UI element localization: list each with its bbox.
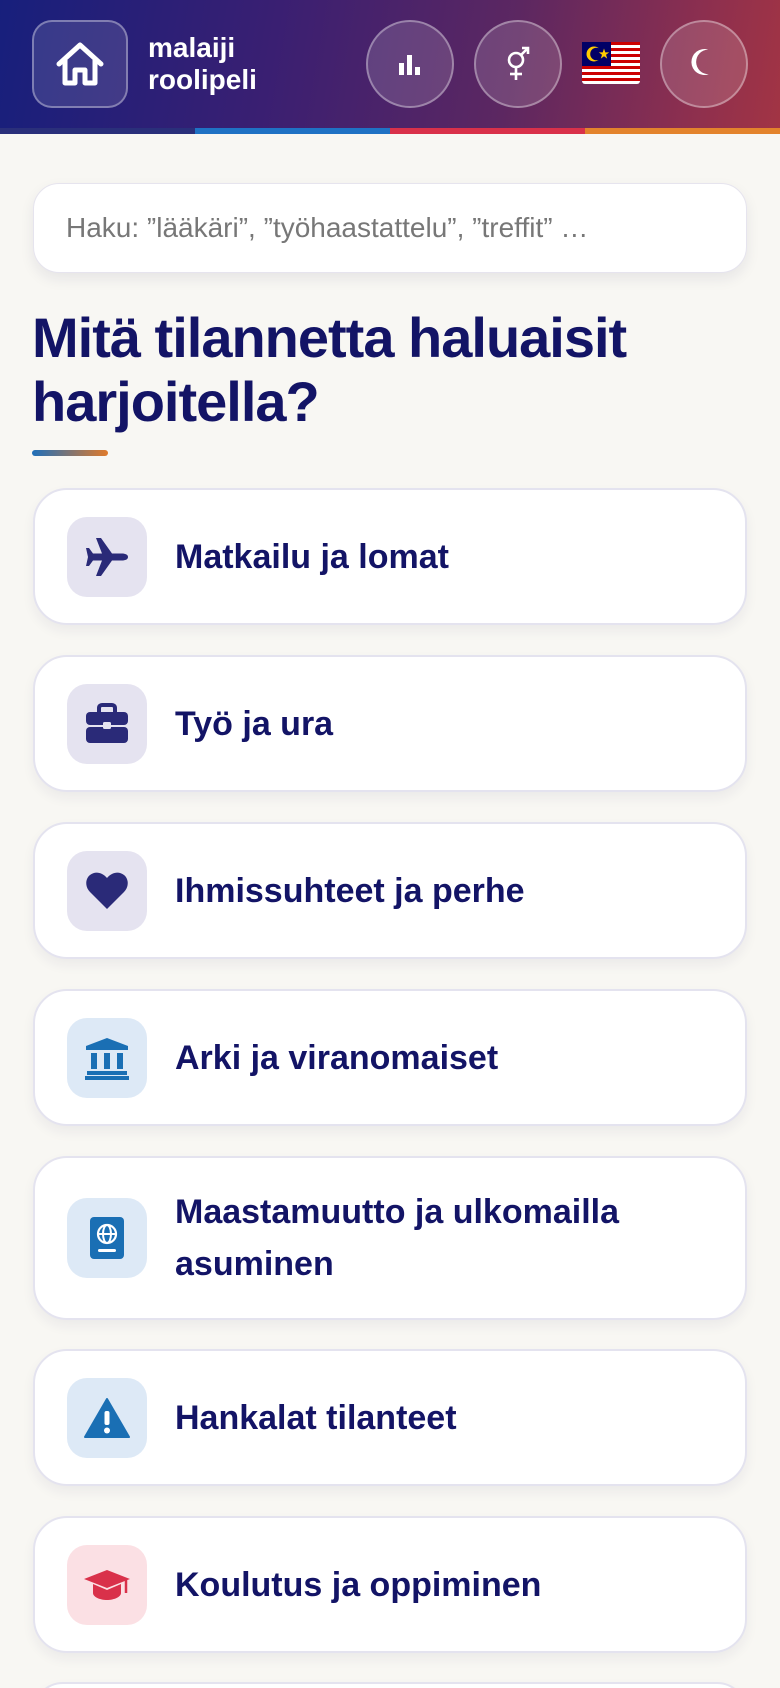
category-card-difficult-situations[interactable]: Hankalat tilanteet bbox=[33, 1349, 747, 1486]
category-icon-box bbox=[67, 1017, 147, 1098]
stripe-segment bbox=[390, 128, 585, 134]
category-card-education[interactable]: Koulutus ja oppiminen bbox=[33, 1516, 747, 1653]
search-input[interactable] bbox=[66, 212, 716, 244]
category-card-work[interactable]: Työ ja ura bbox=[33, 655, 747, 792]
gender-icon bbox=[507, 46, 530, 80]
stripe-segment bbox=[195, 128, 390, 134]
moon-icon bbox=[691, 49, 709, 75]
stripe-segment bbox=[585, 128, 780, 134]
theme-toggle-button[interactable] bbox=[660, 20, 748, 108]
category-card-relationships[interactable]: Ihmissuhteet ja perhe bbox=[33, 822, 747, 959]
category-label: Maastamuutto ja ulkomailla asuminen bbox=[175, 1193, 619, 1283]
language-flag-button[interactable] bbox=[582, 42, 640, 84]
passport-icon bbox=[90, 1217, 124, 1259]
category-card-emigration[interactable]: Maastamuutto ja ulkomailla asuminen bbox=[33, 1156, 747, 1320]
category-label: Ihmissuhteet ja perhe bbox=[175, 871, 525, 910]
category-card-next[interactable] bbox=[33, 1682, 747, 1688]
warning-icon bbox=[84, 1397, 130, 1438]
institution-icon bbox=[85, 1037, 129, 1080]
category-icon-box bbox=[67, 1544, 147, 1625]
category-label: Matkailu ja lomat bbox=[175, 537, 449, 576]
category-card-everyday-authorities[interactable]: Arki ja viranomaiset bbox=[33, 989, 747, 1126]
gender-button[interactable] bbox=[474, 20, 562, 108]
title-underline bbox=[32, 450, 108, 456]
heart-icon bbox=[86, 872, 128, 909]
brand-line-2: roolipeli bbox=[148, 64, 257, 95]
graduation-cap-icon bbox=[84, 1569, 130, 1600]
page-title: Mitä tilannetta haluaisit harjoitella? bbox=[32, 306, 627, 433]
app-brand: malaiji roolipeli bbox=[148, 32, 257, 96]
category-icon-box bbox=[67, 516, 147, 597]
category-icon-box bbox=[67, 683, 147, 764]
category-icon-box bbox=[67, 1377, 147, 1458]
stripe-segment bbox=[0, 128, 195, 134]
category-card-travel[interactable]: Matkailu ja lomat bbox=[33, 488, 747, 625]
briefcase-icon bbox=[86, 702, 128, 743]
search-box[interactable] bbox=[33, 183, 747, 273]
stats-button[interactable] bbox=[366, 20, 454, 108]
category-label: Koulutus ja oppiminen bbox=[175, 1565, 542, 1604]
home-icon bbox=[56, 42, 104, 86]
brand-line-1: malaiji bbox=[148, 32, 236, 63]
bar-chart-icon bbox=[399, 55, 420, 75]
home-button[interactable] bbox=[32, 20, 128, 108]
header-stripe bbox=[0, 128, 780, 134]
category-icon-box bbox=[67, 1198, 147, 1278]
plane-icon bbox=[86, 537, 128, 576]
category-label: Arki ja viranomaiset bbox=[175, 1038, 499, 1077]
category-label: Hankalat tilanteet bbox=[175, 1398, 457, 1437]
category-label: Työ ja ura bbox=[175, 704, 334, 743]
category-icon-box bbox=[67, 850, 147, 931]
malaysia-flag-icon bbox=[582, 42, 640, 84]
app-header: malaiji roolipeli bbox=[0, 0, 780, 128]
